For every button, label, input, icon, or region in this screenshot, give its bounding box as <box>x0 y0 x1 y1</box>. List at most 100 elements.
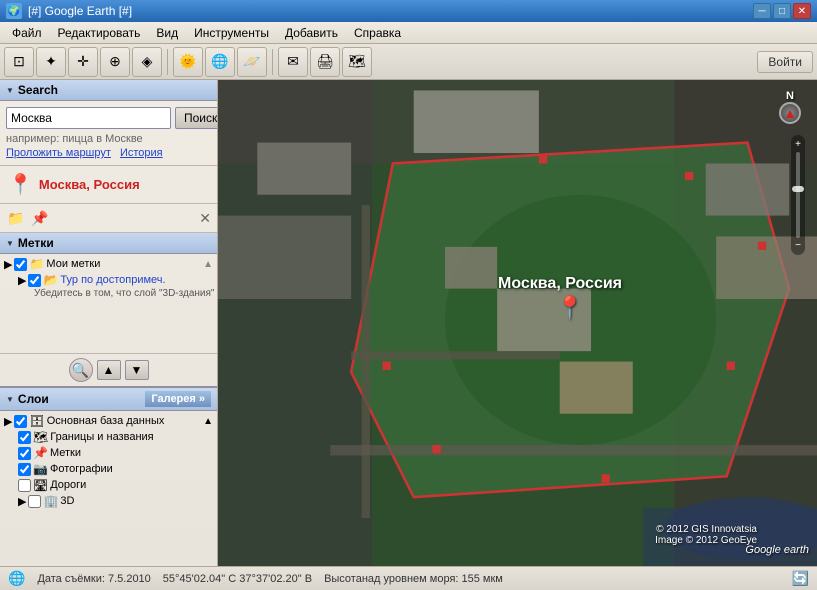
map-area[interactable]: Москва, Россия 📍 N ▲ + − © 2012 GIS In <box>218 80 817 566</box>
layer-main-db-checkbox[interactable] <box>14 415 27 428</box>
google-earth-logo: Google earth <box>745 544 809 556</box>
folder-icon: 📁 <box>29 257 44 271</box>
tour-sub-item: Убедитесь в том, что слой "3D-здания" <box>2 288 215 299</box>
slider-track[interactable] <box>796 152 800 238</box>
layer-db-icon: 🗄 <box>29 414 44 428</box>
tour-checkbox[interactable] <box>28 274 41 287</box>
layer-main-db[interactable]: ▶ 🗄 Основная база данных ▲ <box>2 413 215 429</box>
maximize-button[interactable]: □ <box>773 3 791 19</box>
separator-2 <box>272 49 273 75</box>
zoom-out-btn[interactable]: − <box>795 240 801 251</box>
my-marks-checkbox[interactable] <box>14 258 27 271</box>
search-hint: например: пицца в Москве <box>6 133 211 145</box>
marks-triangle-icon: ▼ <box>6 239 14 248</box>
marks-label: Метки <box>18 236 54 250</box>
close-panel-icon[interactable]: ✕ <box>199 210 211 227</box>
layer-3d-label: 3D <box>60 495 74 507</box>
tool-measure[interactable]: ◈ <box>132 47 162 77</box>
window-controls: ─ □ ✕ <box>753 3 811 19</box>
compass-n-label: N <box>786 90 794 102</box>
add-folder-icon[interactable]: 📁 <box>6 208 26 228</box>
menu-add[interactable]: Добавить <box>277 24 346 42</box>
menu-file[interactable]: Файл <box>4 24 50 42</box>
layer-borders-icon: 🗺 <box>33 430 48 444</box>
tool-planet[interactable]: 🪐 <box>237 47 267 77</box>
history-link[interactable]: История <box>120 147 163 159</box>
tool-crosshair[interactable]: ⊕ <box>100 47 130 77</box>
status-loading-icon: 🔄 <box>792 570 809 587</box>
gallery-button[interactable]: Галерея » <box>145 391 211 407</box>
my-marks-item[interactable]: ▶ 📁 Мои метки ▲ <box>2 256 215 272</box>
result-label: Москва, Россия <box>39 177 140 192</box>
layer-3d-icon: 🏢 <box>43 494 58 508</box>
title-bar: 🌍 [#] Google Earth [#] ─ □ ✕ <box>0 0 817 22</box>
zoom-in-btn[interactable]: + <box>795 139 801 150</box>
tool-email[interactable]: ✉ <box>278 47 308 77</box>
mid-section: 📁 📌 ✕ <box>0 203 217 233</box>
search-section-header[interactable]: ▼ Search <box>0 80 217 101</box>
status-elevation: Высотанад уровнем моря: 155 мкм <box>324 573 503 585</box>
zoom-controls: 🔍 ▲ ▼ <box>0 353 217 386</box>
tool-map[interactable]: 🗺 <box>342 47 372 77</box>
zoom-to-location-icon[interactable]: 🔍 <box>69 358 93 382</box>
status-icon: 🌐 <box>8 570 25 587</box>
compass-arrow-icon: ▲ <box>783 105 797 121</box>
marks-section: ▼ Метки ▶ 📁 Мои метки ▲ ▶ 📂 Тур по досто… <box>0 233 217 386</box>
layer-photos-checkbox[interactable] <box>18 463 31 476</box>
tour-label: Тур по достопримеч. <box>60 274 165 286</box>
zoom-down-btn[interactable]: ▼ <box>125 360 149 380</box>
tool-navigate[interactable]: ✦ <box>36 47 66 77</box>
layer-roads[interactable]: 🛣 Дороги <box>2 477 215 493</box>
layer-roads-checkbox[interactable] <box>18 479 31 492</box>
toolbar: ⊡ ✦ ✛ ⊕ ◈ 🌞 🌐 🪐 ✉ 🖨 🗺 Войти <box>0 44 817 80</box>
slider-thumb <box>792 186 804 192</box>
marks-section-header[interactable]: ▼ Метки <box>0 233 217 254</box>
tool-add[interactable]: ✛ <box>68 47 98 77</box>
layer-3d-expand: ▶ <box>18 495 26 508</box>
add-mark-icon[interactable]: 📌 <box>30 208 50 228</box>
menu-help[interactable]: Справка <box>346 24 409 42</box>
layer-roads-icon: 🛣 <box>33 478 48 492</box>
tool-globe[interactable]: 🌐 <box>205 47 235 77</box>
search-triangle-icon: ▼ <box>6 86 14 95</box>
layers-section-header[interactable]: ▼ Слои Галерея » <box>0 388 217 411</box>
search-button[interactable]: Поиск <box>175 107 218 129</box>
layer-marks-label: Метки <box>50 447 81 459</box>
layer-scroll: ▲ <box>203 416 213 427</box>
compass-dial[interactable]: ▲ <box>779 102 801 124</box>
tool-print[interactable]: 🖨 <box>310 47 340 77</box>
login-button[interactable]: Войти <box>757 51 813 73</box>
layer-marks-checkbox[interactable] <box>18 447 31 460</box>
layer-photos-icon: 📷 <box>33 462 48 476</box>
layer-3d-checkbox[interactable] <box>28 495 41 508</box>
layers-triangle-icon: ▼ <box>6 395 14 404</box>
tour-folder-icon: 📂 <box>43 273 58 287</box>
menu-edit[interactable]: Редактировать <box>50 24 149 42</box>
menu-tools[interactable]: Инструменты <box>186 24 277 42</box>
layer-borders-checkbox[interactable] <box>18 431 31 444</box>
search-result[interactable]: 📍 Москва, Россия <box>0 166 217 203</box>
layer-borders-label: Границы и названия <box>50 431 153 443</box>
title-text: [#] Google Earth [#] <box>28 4 132 18</box>
layer-3d[interactable]: ▶ 🏢 3D <box>2 493 215 509</box>
route-link[interactable]: Проложить маршрут <box>6 147 111 159</box>
tour-item[interactable]: ▶ 📂 Тур по достопримеч. <box>2 272 215 288</box>
minimize-button[interactable]: ─ <box>753 3 771 19</box>
status-bar: 🌐 Дата съёмки: 7.5.2010 55°45'02.04" С 3… <box>0 566 817 590</box>
search-input[interactable] <box>6 107 171 129</box>
separator-1 <box>167 49 168 75</box>
marks-tree: ▶ 📁 Мои метки ▲ ▶ 📂 Тур по достопримеч. … <box>0 254 217 353</box>
map-background: Москва, Россия 📍 N ▲ + − © 2012 GIS In <box>218 80 817 566</box>
layer-marks[interactable]: 📌 Метки <box>2 445 215 461</box>
zoom-up-btn[interactable]: ▲ <box>97 360 121 380</box>
close-button[interactable]: ✕ <box>793 3 811 19</box>
tool-square[interactable]: ⊡ <box>4 47 34 77</box>
layer-photos[interactable]: 📷 Фотографии <box>2 461 215 477</box>
tool-sun[interactable]: 🌞 <box>173 47 203 77</box>
menu-view[interactable]: Вид <box>148 24 186 42</box>
menu-bar: Файл Редактировать Вид Инструменты Добав… <box>0 22 817 44</box>
compass: N ▲ <box>775 90 805 130</box>
zoom-slider: + − <box>791 135 805 255</box>
search-links: Проложить маршрут История <box>6 147 211 159</box>
layer-borders[interactable]: 🗺 Границы и названия <box>2 429 215 445</box>
